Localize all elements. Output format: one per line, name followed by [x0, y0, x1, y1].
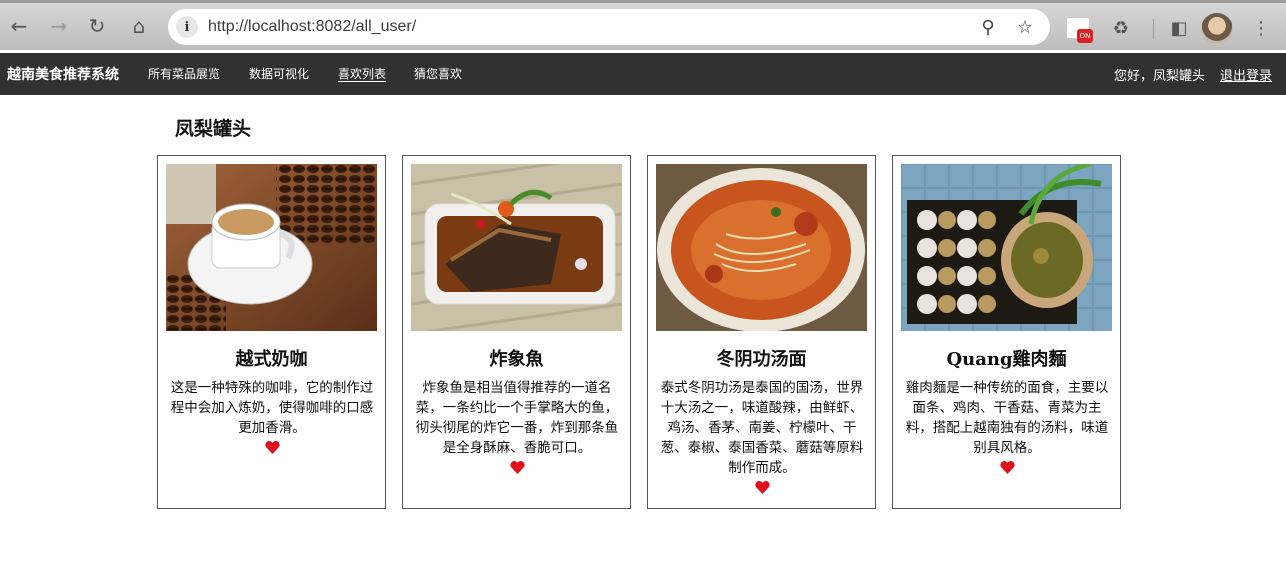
avatar[interactable]	[1201, 13, 1233, 45]
dish-description: 泰式冬阴功汤是泰国的国汤，世界十大汤之一，味道酸辣，由鲜虾、鸡汤、香茅、南姜、柠…	[656, 378, 868, 500]
coffee-cup-photo[interactable]	[166, 164, 377, 331]
extension-icon[interactable]: ON	[1066, 17, 1093, 43]
user-greeting: 您好，凤梨罐头	[1113, 69, 1205, 84]
toolbar-divider	[1153, 19, 1154, 39]
nav-favorites[interactable]: 喜欢列表	[338, 65, 386, 82]
reload-icon[interactable]: ↻	[82, 11, 112, 41]
site-navbar: 越南美食推荐系统 所有菜品展览 数据可视化 喜欢列表 猜您喜欢 您好，凤梨罐头 …	[0, 53, 1286, 95]
zoom-icon[interactable]: ⚲	[976, 15, 1000, 39]
dish-name: 炸象魚	[489, 349, 544, 370]
chicken-noodle-photo[interactable]	[901, 164, 1112, 331]
url-text[interactable]: http://localhost:8082/all_user/	[208, 18, 416, 36]
dish-name: 越式奶咖	[235, 349, 308, 370]
heart-icon[interactable]	[999, 461, 1015, 474]
dish-card[interactable]: 炸象魚 炸象鱼是相当值得推荐的一道名菜，一条约比一个手掌略大的鱼，彻头彻尾的炸它…	[402, 155, 631, 509]
sidebar-icon[interactable]: ◧	[1166, 15, 1192, 41]
back-arrow-icon[interactable]: ←	[4, 11, 34, 41]
dish-name: 冬阴功汤面	[716, 349, 807, 370]
heart-icon[interactable]	[754, 481, 770, 494]
puzzle-icon[interactable]: ♻	[1108, 15, 1134, 41]
logout-link[interactable]: 退出登录	[1220, 65, 1272, 84]
nav-data-visualization[interactable]: 数据可视化	[249, 65, 309, 82]
dish-card[interactable]: Quang雞肉麵 雞肉麵是一种传统的面食，主要以面条、鸡肉、干香菇、青菜为主料，…	[892, 155, 1121, 509]
nav-all-dishes[interactable]: 所有菜品展览	[148, 65, 220, 82]
address-bar[interactable]: i http://localhost:8082/all_user/ ⚲ ☆	[168, 9, 1050, 45]
dish-card[interactable]: 冬阴功汤面 泰式冬阴功汤是泰国的国汤，世界十大汤之一，味道酸辣，由鲜虾、鸡汤、香…	[647, 155, 876, 509]
dish-description: 雞肉麵是一种传统的面食，主要以面条、鸡肉、干香菇、青菜为主料，搭配上越南独有的汤…	[901, 378, 1113, 480]
browser-toolbar: ← → ↻ ⌂ i http://localhost:8082/all_user…	[0, 0, 1286, 50]
nav-recommendations[interactable]: 猜您喜欢	[414, 65, 462, 82]
forward-arrow-icon[interactable]: →	[44, 11, 74, 41]
fried-fish-photo[interactable]	[411, 164, 622, 331]
heart-icon[interactable]	[509, 461, 525, 474]
info-icon[interactable]: i	[176, 16, 198, 38]
dish-description: 这是一种特殊的咖啡，它的制作过程中会加入炼奶，使得咖啡的口感更加香滑。	[166, 378, 378, 460]
menu-icon[interactable]: ⋮	[1248, 15, 1274, 41]
page-title: 凤梨罐头	[175, 118, 252, 140]
tom-yum-noodle-photo[interactable]	[656, 164, 867, 331]
star-icon[interactable]: ☆	[1013, 15, 1037, 39]
dish-name: Quang雞肉麵	[946, 349, 1067, 370]
dish-description: 炸象鱼是相当值得推荐的一道名菜，一条约比一个手掌略大的鱼，彻头彻尾的炸它一番，炸…	[411, 378, 623, 480]
site-brand[interactable]: 越南美食推荐系统	[7, 64, 119, 84]
heart-icon[interactable]	[264, 441, 280, 454]
home-icon[interactable]: ⌂	[124, 11, 154, 41]
dish-card[interactable]: 越式奶咖 这是一种特殊的咖啡，它的制作过程中会加入炼奶，使得咖啡的口感更加香滑。	[157, 155, 386, 509]
